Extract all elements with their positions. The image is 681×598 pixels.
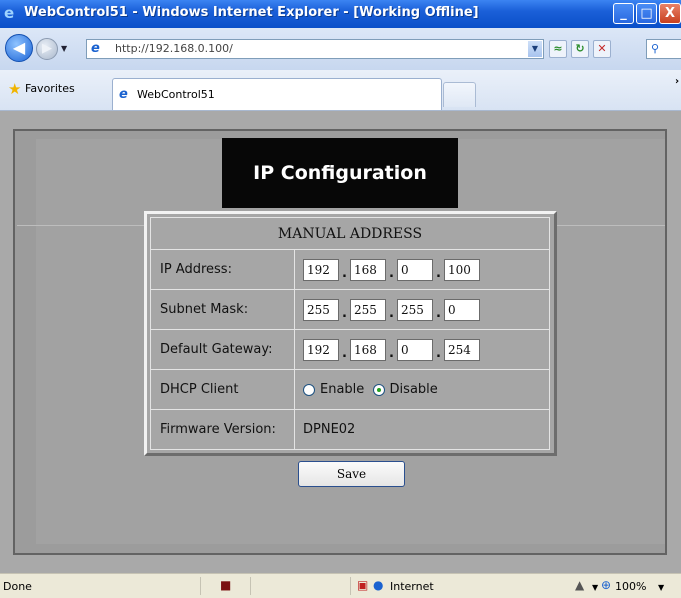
status-bar: Done ■ ▣ ● Internet ▲ ▼ ⊕ 100% ▼ — [0, 573, 681, 598]
address-dropdown-icon[interactable]: ▼ — [528, 41, 542, 57]
back-icon[interactable]: ◀ — [5, 34, 33, 62]
forward-icon[interactable]: ▶ — [36, 38, 58, 60]
close-button[interactable]: X — [659, 3, 681, 24]
window-titlebar: e WebControl51 - Windows Internet Explor… — [0, 0, 681, 28]
ip-octet-4-input[interactable]: 100 — [444, 258, 480, 281]
dhcp-enable-label[interactable]: Enable — [320, 382, 364, 397]
ip-address-label: IP Address: — [150, 249, 295, 290]
dhcp-disable-label[interactable]: Disable — [390, 382, 438, 397]
firmware-version-value: DPNE02 — [294, 409, 550, 450]
table-row: Default Gateway: 192. 168. 0. 254 — [150, 329, 550, 370]
manual-address-form: MANUAL ADDRESS IP Address: 192. 168. 0. 100… — [144, 211, 557, 456]
gateway-octet-4-input[interactable]: 254 — [444, 338, 480, 361]
subnet-octet-3-input[interactable]: 255 — [397, 298, 433, 321]
maximize-button[interactable]: □ — [636, 3, 657, 24]
ip-address-field: 192. 168. 0. 100 — [294, 249, 550, 290]
subnet-octet-1-input[interactable]: 255 — [303, 298, 339, 321]
gateway-octet-3-input[interactable]: 0 — [397, 338, 433, 361]
favorites-button[interactable]: Favorites — [25, 82, 75, 95]
dhcp-enable-radio[interactable] — [303, 383, 315, 396]
subnet-mask-field: 255. 255. 255. 0 — [294, 289, 550, 330]
tab-webcontrol51[interactable]: e WebControl51 — [112, 78, 442, 110]
ip-octet-1-input[interactable]: 192 — [303, 258, 339, 281]
favorites-bar: ★ Favorites e WebControl51 › — [0, 70, 681, 111]
subnet-mask-label: Subnet Mask: — [150, 289, 295, 330]
minimize-button[interactable]: _ — [613, 3, 634, 24]
more-tools-chevron-icon[interactable]: › — [675, 76, 679, 87]
tab-label: WebControl51 — [137, 88, 215, 101]
gateway-octet-1-input[interactable]: 192 — [303, 338, 339, 361]
firmware-version-label: Firmware Version: — [150, 409, 295, 450]
address-url[interactable]: http://192.168.0.100/ — [115, 42, 233, 55]
protected-mode-icon[interactable]: ▣ — [357, 578, 368, 592]
dhcp-client-label: DHCP Client — [150, 369, 295, 410]
zoom-dropdown-icon[interactable]: ▼ — [658, 581, 664, 595]
recent-pages-dropdown[interactable]: ▼ — [61, 44, 67, 53]
save-button[interactable]: Save — [298, 461, 405, 487]
network-offline-icon: ■ — [220, 578, 232, 592]
favorites-star-icon[interactable]: ★ — [8, 82, 21, 97]
status-text: Done — [3, 580, 32, 593]
new-tab-button[interactable] — [443, 82, 476, 107]
default-gateway-field: 192. 168. 0. 254 — [294, 329, 550, 370]
zoom-level[interactable]: 100% — [615, 580, 646, 593]
ip-octet-3-input[interactable]: 0 — [397, 258, 433, 281]
window-title: WebControl51 - Windows Internet Explorer… — [24, 5, 479, 20]
default-gateway-label: Default Gateway: — [150, 329, 295, 370]
gateway-octet-2-input[interactable]: 168 — [350, 338, 386, 361]
ip-octet-2-input[interactable]: 168 — [350, 258, 386, 281]
security-icon[interactable]: ▲ — [575, 578, 584, 592]
subnet-octet-4-input[interactable]: 0 — [444, 298, 480, 321]
security-dropdown-icon[interactable]: ▼ — [592, 581, 598, 595]
stop-icon[interactable]: ✕ — [593, 40, 611, 58]
subnet-octet-2-input[interactable]: 255 — [350, 298, 386, 321]
table-row: Firmware Version: DPNE02 — [150, 409, 550, 450]
navigation-bar: ◀ ▶ ▼ e http://192.168.0.100/ ▼ ≈ ↻ ✕ ⚲ — [0, 28, 681, 70]
search-icon[interactable]: ⚲ — [646, 39, 681, 59]
address-bar[interactable]: e http://192.168.0.100/ ▼ — [86, 39, 544, 59]
section-title: MANUAL ADDRESS — [150, 217, 550, 250]
ie-logo-icon: e — [4, 4, 15, 22]
dhcp-client-options: Enable Disable — [294, 369, 550, 410]
globe-icon: ● — [373, 578, 384, 592]
table-row: Subnet Mask: 255. 255. 255. 0 — [150, 289, 550, 330]
security-zone-label: Internet — [390, 580, 434, 593]
config-table: MANUAL ADDRESS IP Address: 192. 168. 0. 100… — [150, 217, 550, 450]
refresh-icon[interactable]: ↻ — [571, 40, 589, 58]
table-row: IP Address: 192. 168. 0. 100 — [150, 249, 550, 290]
compatibility-icon[interactable]: ≈ — [549, 40, 567, 58]
page-title: IP Configuration — [222, 138, 458, 208]
zoom-icon[interactable]: ⊕ — [601, 578, 611, 592]
tab-page-icon: e — [119, 87, 128, 102]
table-row: DHCP Client Enable Disable — [150, 369, 550, 410]
page-icon: e — [91, 41, 100, 56]
dhcp-disable-radio[interactable] — [372, 383, 385, 396]
